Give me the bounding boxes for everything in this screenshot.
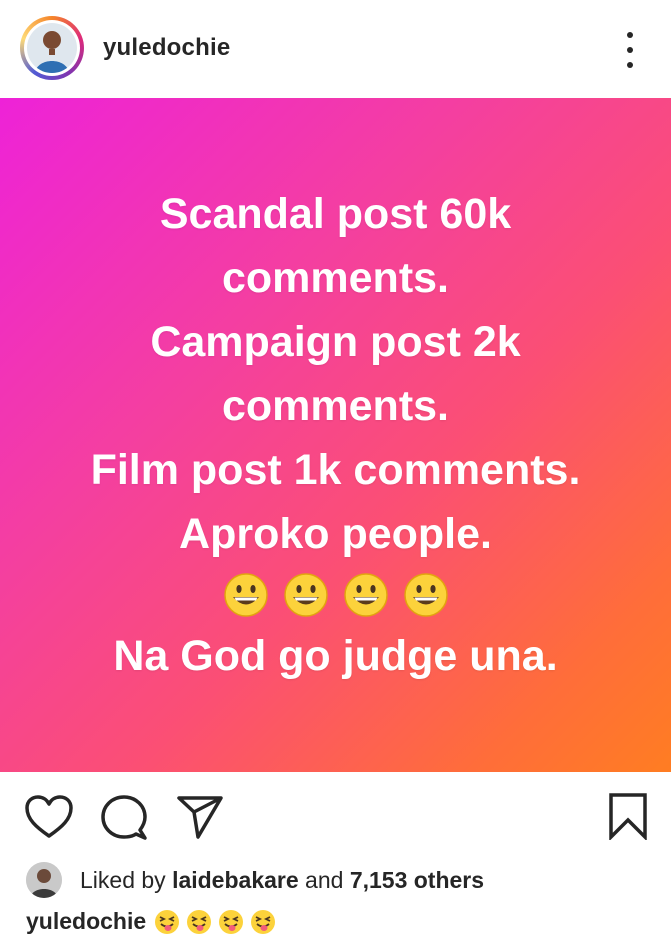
caption: yuledochie (26, 908, 282, 935)
grinning-face-icon (283, 573, 328, 617)
post-text-line: comments. (221, 254, 449, 302)
heart-icon[interactable] (24, 794, 74, 840)
send-icon[interactable] (176, 794, 224, 840)
squinting-tongue-face-icon (155, 909, 180, 934)
action-bar (0, 772, 671, 852)
likes-others-count[interactable]: 7,153 others (350, 867, 484, 894)
emoji-row (223, 572, 449, 618)
bookmark-icon[interactable] (608, 792, 648, 840)
post-text-line: Campaign post 2k (150, 318, 521, 366)
grinning-face-icon (343, 573, 388, 617)
post-text-line: comments. (221, 382, 449, 430)
liker-username[interactable]: laidebakare (172, 867, 299, 894)
more-options-icon[interactable] (616, 32, 644, 68)
squinting-tongue-face-icon (219, 909, 244, 934)
likes-summary[interactable]: Liked by laidebakare and 7,153 others (26, 862, 484, 898)
post-text-line: Aproko people. (179, 510, 492, 558)
post-header: yuledochie (0, 0, 671, 98)
grinning-face-icon (403, 573, 448, 617)
post-text-line: Na God go judge una. (113, 632, 558, 680)
avatar[interactable] (24, 20, 80, 76)
grinning-face-icon (223, 573, 268, 617)
story-ring[interactable] (20, 16, 84, 80)
likes-and: and (305, 866, 344, 893)
post-image[interactable]: Scandal post 60k comments. Campaign post… (0, 98, 671, 772)
post-author-username[interactable]: yuledochie (103, 34, 230, 62)
profile-avatar-icon (27, 23, 77, 73)
squinting-tongue-face-icon (187, 909, 212, 934)
post-text-line: Film post 1k comments. (90, 446, 581, 494)
squinting-tongue-face-icon (251, 909, 276, 934)
profile-avatar-icon (26, 862, 62, 898)
comment-icon[interactable] (100, 794, 148, 842)
likes-prefix: Liked by (80, 866, 166, 893)
post-text-line: Scandal post 60k (159, 190, 512, 238)
caption-username[interactable]: yuledochie (26, 908, 146, 935)
liker-avatar[interactable] (26, 862, 62, 898)
